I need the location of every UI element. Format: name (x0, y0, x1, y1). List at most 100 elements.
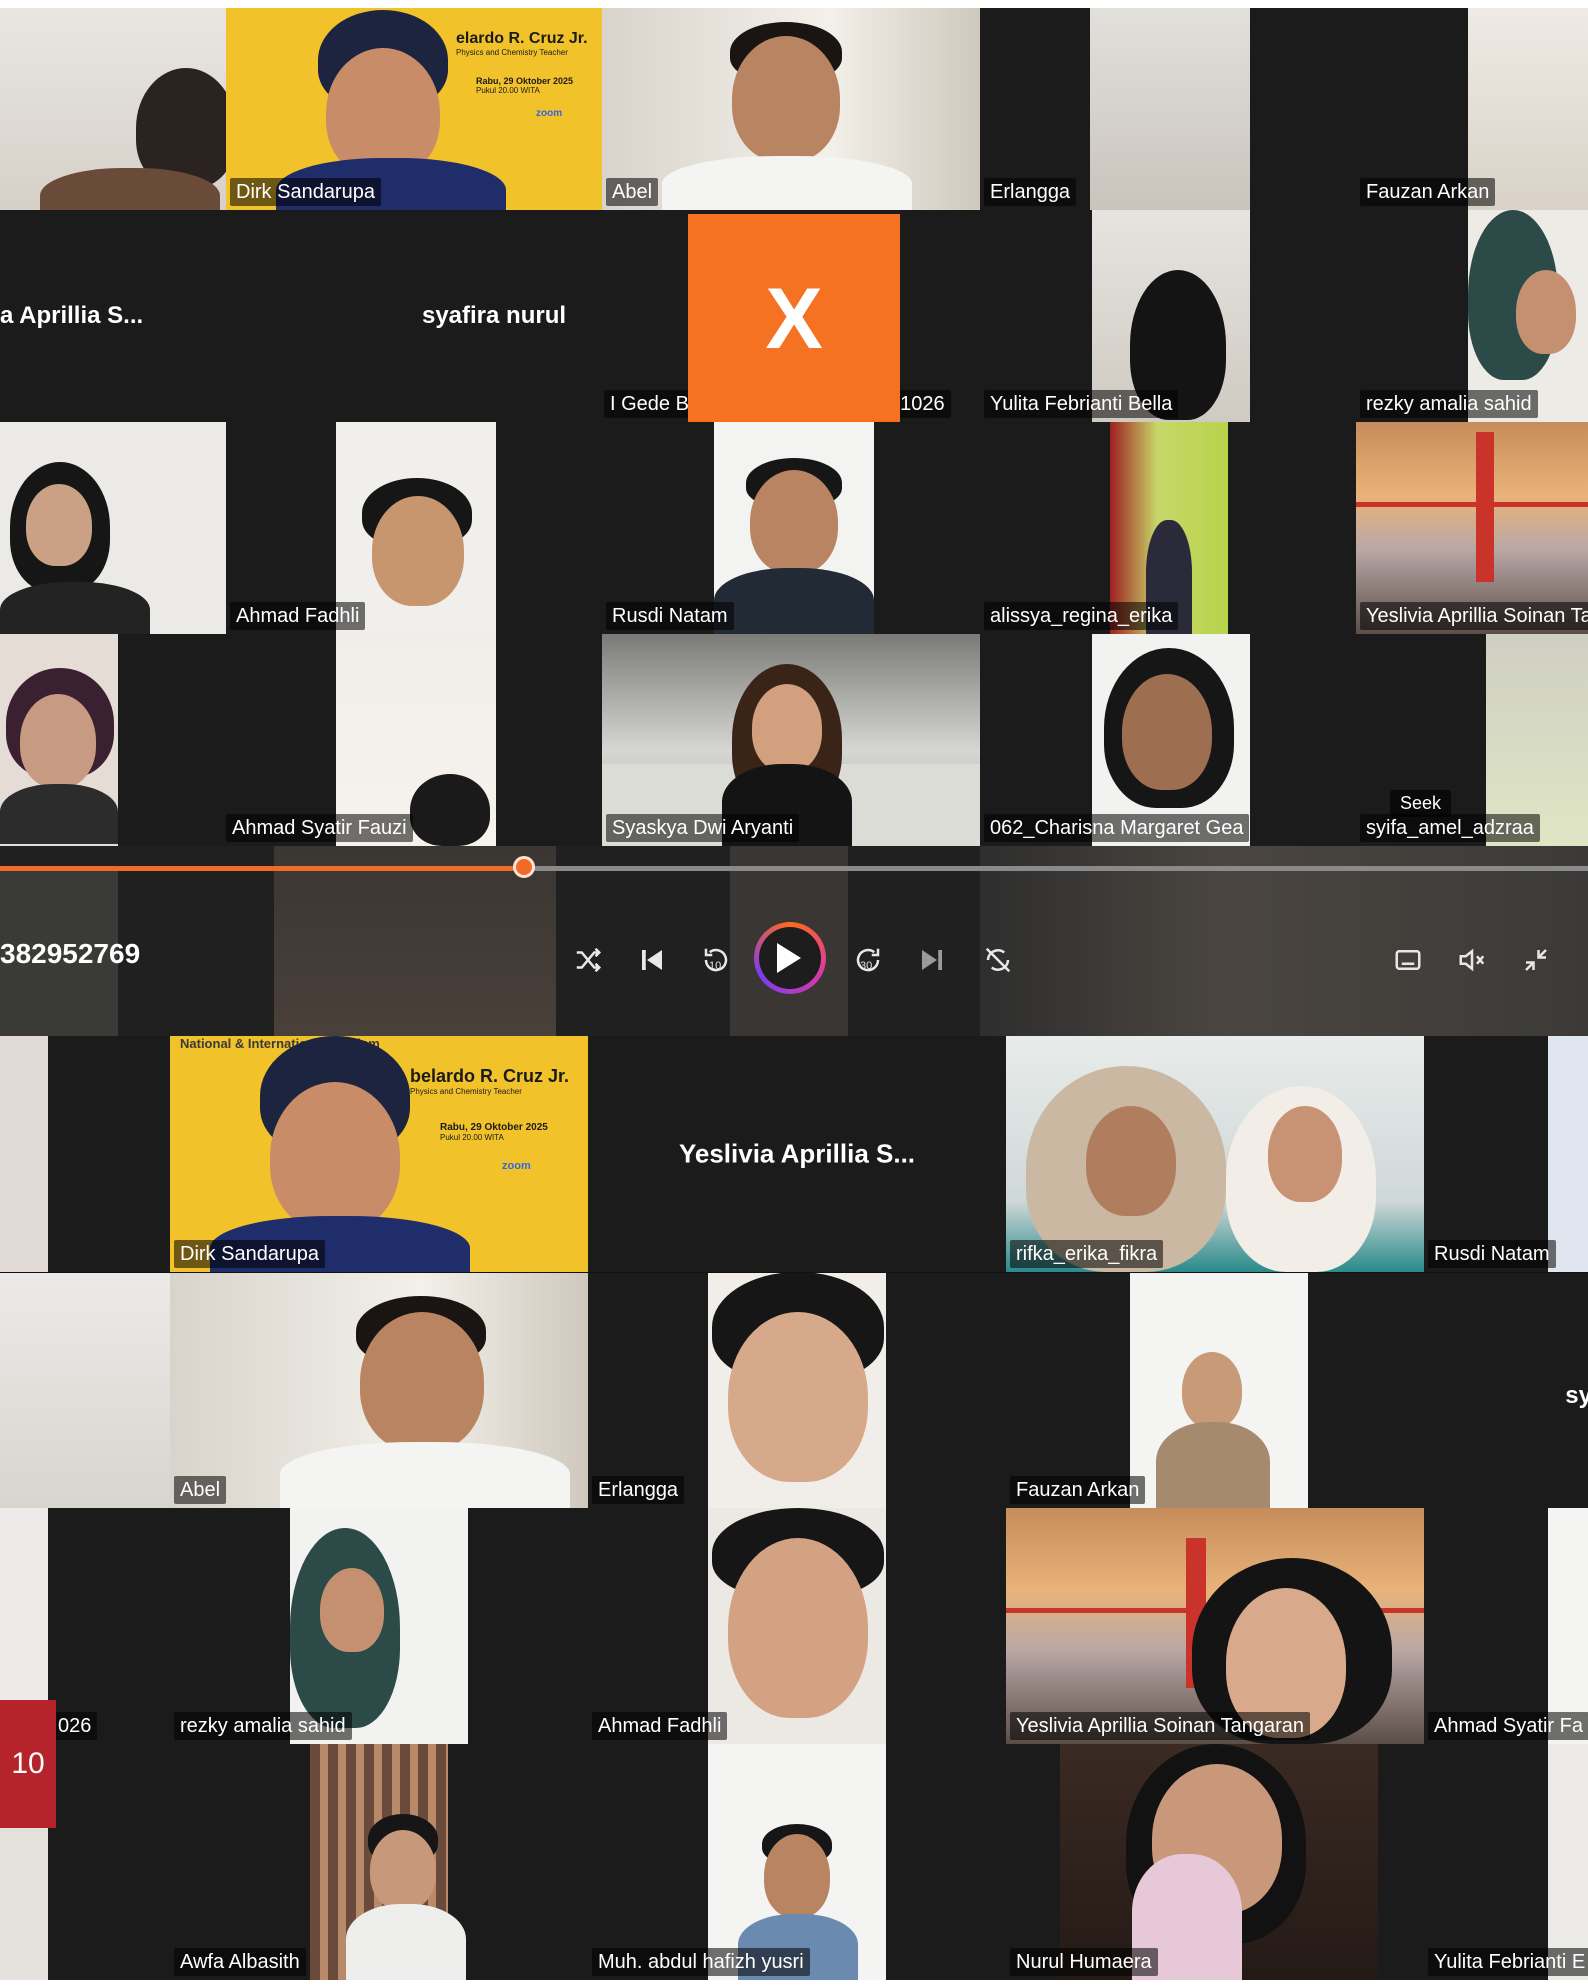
video-tile[interactable]: a Aprillia S... (0, 210, 300, 422)
participant-video (1086, 1106, 1176, 1216)
participant-name: rezky amalia sahid (174, 1712, 352, 1740)
video-tile[interactable]: Abel (170, 1272, 588, 1508)
video-tile[interactable]: rifka_erika_fikra (1006, 1036, 1424, 1272)
video-tile[interactable]: Erlangga (980, 8, 1356, 210)
video-tile[interactable]: Yulita Febrianti Bella (980, 210, 1356, 422)
participant-video (1548, 1036, 1588, 1272)
video-tile[interactable]: elardo R. Cruz Jr. Physics and Chemistry… (226, 8, 602, 210)
rewind-button[interactable]: 10 (694, 936, 738, 980)
phone-number-fragment: 382952769 (0, 938, 141, 969)
seek-progress (0, 866, 524, 871)
participant-name: Yulita Febrianti E (1428, 1948, 1588, 1976)
participant-name: Erlangga (592, 1476, 685, 1504)
video-tile[interactable]: Ahmad Fadhli (226, 422, 602, 634)
next-button[interactable] (910, 936, 954, 980)
video-tile[interactable]: Ahmad Syatir Fa (1424, 1508, 1588, 1744)
poster-text: belardo R. Cruz Jr. Physics and Chemistr… (410, 1066, 570, 1096)
participant-name: 026 (52, 1712, 98, 1740)
participant-video (1090, 8, 1250, 210)
video-tile[interactable]: Ahmad Fadhli (588, 1508, 1006, 1744)
participant-name: Erlangga (984, 178, 1077, 206)
video-tile[interactable]: Syaskya Dwi Aryanti (602, 634, 980, 846)
play-button[interactable] (754, 922, 826, 994)
participant-video (752, 684, 822, 772)
video-tile[interactable]: sy (1424, 1272, 1588, 1508)
video-tile[interactable]: Erlangga (588, 1272, 1006, 1508)
participant-name: a Aprillia S... (0, 302, 144, 329)
collapse-icon (1525, 948, 1547, 971)
captions-icon (1395, 949, 1421, 970)
poster-text: elardo R. Cruz Jr. Physics and Chemistry… (456, 30, 588, 57)
grid-divider (0, 1272, 1588, 1273)
participant-name: Fauzan Arkan (1010, 1476, 1146, 1504)
participant-name: Ahmad Fadhli (592, 1712, 728, 1740)
play-icon (777, 943, 801, 973)
participant-name: Nurul Humaera (1010, 1948, 1158, 1976)
video-tile[interactable] (0, 8, 226, 210)
previous-button[interactable] (630, 936, 674, 980)
video-tile[interactable]: National & International Tourism belardo… (170, 1036, 588, 1272)
screenshot-frame: elardo R. Cruz Jr. Physics and Chemistry… (0, 8, 1588, 1980)
mute-button[interactable] (1450, 936, 1494, 980)
video-tile[interactable] (0, 634, 118, 846)
video-tile[interactable]: Yeslivia Aprillia Soinan Tangaran (1006, 1508, 1424, 1744)
participant-video (26, 484, 92, 566)
participant-name: Ahmad Fadhli (230, 602, 366, 630)
video-tile[interactable]: Abel (602, 8, 980, 210)
captions-button[interactable] (1386, 936, 1430, 980)
video-tile[interactable]: Yeslivia Aprillia S... (588, 1036, 1006, 1272)
video-tile[interactable]: Yeslivia Aprillia Soinan Tan (1356, 422, 1588, 634)
video-tile[interactable]: Yulita Febrianti E (1424, 1744, 1588, 1980)
seek-handle[interactable] (513, 856, 535, 878)
participant-video (1548, 1744, 1588, 1980)
avatar: X (688, 214, 900, 424)
participant-name: rifka_erika_fikra (1010, 1240, 1164, 1268)
participant-video (732, 36, 840, 162)
participant-video (270, 1082, 400, 1232)
forward-button[interactable]: 30 (846, 936, 890, 980)
video-tile[interactable]: rezky amalia sahid (170, 1508, 588, 1744)
participant-name: Awfa Albasith (174, 1948, 306, 1976)
video-tile[interactable] (0, 422, 226, 634)
video-tile[interactable] (0, 1036, 170, 1272)
participant-name: Fauzan Arkan (1360, 178, 1496, 206)
participant-name: Yeslivia Aprillia Soinan Tangaran (1010, 1712, 1310, 1740)
video-tile[interactable]: Awfa Albasith (170, 1744, 588, 1980)
participant-name: rezky amalia sahid (1360, 390, 1538, 418)
page-number-badge: 10 (0, 1700, 56, 1828)
participant-name: Yulita Febrianti Bella (984, 390, 1179, 418)
video-tile[interactable]: rezky amalia sahid (1356, 210, 1588, 422)
participant-name: Rusdi Natam (1428, 1240, 1556, 1268)
video-tile[interactable]: alissya_regina_erika (980, 422, 1356, 634)
video-tile[interactable]: 062_Charisna Margaret Gea (980, 634, 1356, 846)
video-tile[interactable]: Fauzan Arkan (1006, 1272, 1424, 1508)
video-tile[interactable]: Rusdi Natam (1424, 1036, 1588, 1272)
participant-name: Dirk Sandarupa (230, 178, 381, 206)
mute-icon (1459, 948, 1485, 971)
participant-name: Yeslivia Aprillia S... (678, 1138, 916, 1169)
video-tile[interactable]: Rusdi Natam (602, 422, 980, 634)
video-tile[interactable]: Fauzan Arkan (1356, 8, 1588, 210)
collapse-button[interactable] (1514, 936, 1558, 980)
loop-button[interactable] (976, 936, 1020, 980)
participant-name: Abel (174, 1476, 227, 1504)
participant-name: Rusdi Natam (606, 602, 734, 630)
next-icon (922, 949, 942, 970)
participant-video (1548, 1508, 1588, 1744)
participant-video (360, 1312, 484, 1452)
video-tile[interactable] (0, 1272, 170, 1508)
video-tile[interactable]: Ahmad Syatir Fauzi (118, 634, 602, 846)
video-tile[interactable]: Muh. abdul hafizh yusri (588, 1744, 1006, 1980)
participant-video (1476, 432, 1494, 582)
participant-name: Abel (606, 178, 659, 206)
participant-name: sy (1565, 1382, 1588, 1409)
participant-video (0, 1036, 48, 1272)
video-tile[interactable]: Nurul Humaera (1006, 1744, 1424, 1980)
participant-name: Ahmad Syatir Fauzi (226, 814, 413, 842)
loop-off-icon (985, 947, 1011, 972)
participant-name: alissya_regina_erika (984, 602, 1179, 630)
shuffle-button[interactable] (566, 936, 610, 980)
participant-name: Muh. abdul hafizh yusri (592, 1948, 810, 1976)
participant-name: Syaskya Dwi Aryanti (606, 814, 800, 842)
participant-name: syifa_amel_adzraa (1360, 814, 1540, 842)
